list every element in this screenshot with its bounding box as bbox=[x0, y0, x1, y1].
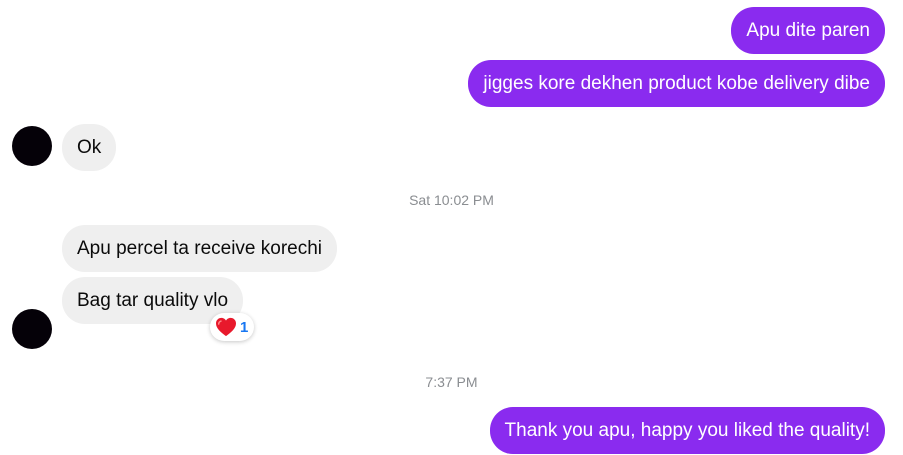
incoming-message-bubble[interactable]: Ok bbox=[62, 124, 117, 171]
message-timestamp: 7:37 PM bbox=[425, 374, 478, 390]
heart-icon bbox=[216, 317, 236, 337]
reaction-count: 1 bbox=[240, 318, 249, 336]
outgoing-message-bubble[interactable]: jigges kore dekhen product kobe delivery… bbox=[468, 60, 885, 107]
message-reaction[interactable]: 1 bbox=[210, 313, 255, 341]
incoming-message-bubble[interactable]: Apu percel ta receive korechi bbox=[62, 225, 338, 272]
conversation-thread: Apu dite paren jigges kore dekhen produc… bbox=[0, 0, 903, 455]
outgoing-message-bubble[interactable]: Thank you apu, happy you liked the quali… bbox=[489, 407, 885, 454]
outgoing-message-bubble[interactable]: Apu dite paren bbox=[731, 7, 885, 54]
contact-avatar[interactable] bbox=[12, 126, 52, 166]
message-timestamp: Sat 10:02 PM bbox=[409, 192, 494, 208]
contact-avatar[interactable] bbox=[12, 309, 52, 349]
